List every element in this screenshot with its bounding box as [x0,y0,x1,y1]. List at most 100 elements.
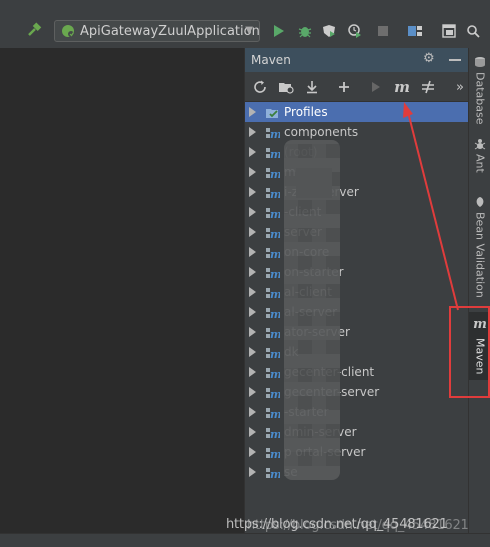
run-icon[interactable] [270,22,288,40]
expand-arrow-icon[interactable] [249,247,256,257]
maven-module-icon: m [265,325,282,341]
maven-module-icon: m [265,365,282,381]
svg-text:m: m [270,448,280,460]
tree-row-module[interactable]: mserver [245,222,469,242]
expand-arrow-icon[interactable] [249,167,256,177]
maven-module-icon: m [265,185,282,201]
tree-row-module[interactable]: mator-server [245,322,469,342]
tab-ant-label: Ant [473,154,487,173]
build-hammer-icon[interactable] [26,22,42,42]
run-goal-icon[interactable] [367,78,385,96]
profile-clock-icon[interactable] [346,22,364,40]
svg-text:m: m [270,408,280,420]
expand-arrow-icon[interactable] [249,107,256,117]
expand-arrow-icon[interactable] [249,227,256,237]
maven-module-icon: m [265,125,282,141]
search-everywhere-icon[interactable] [464,22,482,40]
maven-module-icon: m [265,345,282,361]
run-configuration-label: ApiGatewayZuulApplication [80,23,260,39]
download-sources-icon[interactable] [303,78,321,96]
stop-icon[interactable] [374,22,392,40]
gear-icon[interactable]: ⚙ [423,51,435,66]
maven-module-icon: m [265,205,282,221]
tree-row-module[interactable]: mal-server [245,302,469,322]
more-actions-chevron-icon[interactable]: » [451,78,469,96]
layout-window-icon[interactable] [440,22,458,40]
expand-arrow-icon[interactable] [249,407,256,417]
minimize-icon[interactable] [449,59,461,61]
svg-text:m: m [270,268,280,280]
maven-tool-window: Maven ⚙ m » Profilesmcomponentsm(root)mm… [244,48,469,547]
expand-arrow-icon[interactable] [249,387,256,397]
database-icon [475,57,485,67]
expand-arrow-icon[interactable] [249,367,256,377]
tree-row-module[interactable]: m-starter [245,402,469,422]
tab-database[interactable]: Database [469,56,490,125]
maven-panel-title: Maven [251,53,291,67]
toggle-offline-icon[interactable] [419,78,437,96]
tree-row-module[interactable]: mi-zuul-server [245,182,469,202]
watermark: https://blog.csdn.net/qq_45481621 [226,517,448,532]
expand-arrow-icon[interactable] [249,187,256,197]
ant-icon [474,139,486,150]
svg-text:m: m [270,168,280,180]
tree-row-module[interactable]: mse [245,462,469,482]
expand-arrow-icon[interactable] [249,427,256,437]
tree-row-module[interactable]: mdmin-server [245,422,469,442]
tree-row-module[interactable]: m-client [245,202,469,222]
maven-toolbar: m » [245,72,469,102]
svg-text:m: m [270,428,280,440]
svg-text:m: m [270,188,280,200]
svg-text:m: m [270,208,280,220]
maven-module-icon: m [265,425,282,441]
expand-arrow-icon[interactable] [249,127,256,137]
maven-panel-header: Maven ⚙ [245,48,469,72]
tab-database-label: Database [473,72,487,125]
tree-row-module[interactable]: mgecenter-client [245,362,469,382]
expand-arrow-icon[interactable] [249,307,256,317]
expand-arrow-icon[interactable] [249,207,256,217]
expand-arrow-icon[interactable] [249,447,256,457]
editor-area[interactable] [0,48,244,547]
tree-row-module[interactable]: m(root) [245,142,469,162]
tree-row-label: Profiles [284,105,328,119]
svg-text:m: m [270,288,280,300]
svg-text:m: m [270,328,280,340]
expand-arrow-icon[interactable] [249,347,256,357]
run-configuration-select[interactable]: ApiGatewayZuulApplication ▼ [54,20,260,42]
execute-maven-goal-icon[interactable]: m [393,78,411,96]
tree-row-module[interactable]: mp ortal-server [245,442,469,462]
svg-text:m: m [270,148,280,160]
tab-bean-validation[interactable]: Bean Validation [469,196,490,298]
status-bar [0,533,490,547]
expand-arrow-icon[interactable] [249,147,256,157]
svg-text:m: m [270,388,280,400]
tree-row-module[interactable]: mgecenter-server [245,382,469,402]
expand-arrow-icon[interactable] [249,267,256,277]
add-project-icon[interactable] [335,78,353,96]
tree-row-module[interactable]: mm [245,162,469,182]
tree-row-module[interactable]: mal-client [245,282,469,302]
expand-arrow-icon[interactable] [249,287,256,297]
tree-row-profiles[interactable]: Profiles [245,102,469,122]
maven-module-icon: m [265,265,282,281]
tab-ant[interactable]: Ant [469,138,490,173]
coverage-shield-icon[interactable] [320,22,338,40]
spring-boot-icon [61,24,75,38]
debug-bug-icon[interactable] [296,22,314,40]
tree-row-module[interactable]: mon-starter [245,262,469,282]
expand-arrow-icon[interactable] [249,327,256,337]
generate-sources-folder-icon[interactable] [277,78,295,96]
expand-arrow-icon[interactable] [249,467,256,477]
tab-bean-validation-label: Bean Validation [473,212,487,298]
tree-row-module[interactable]: mdk [245,342,469,362]
maven-module-icon: m [265,245,282,261]
reload-icon[interactable] [251,78,269,96]
annotation-highlight-box [449,306,490,398]
maven-projects-tree: Profilesmcomponentsm(root)mmmi-zuul-serv… [245,102,469,482]
tree-row-module[interactable]: mon-core [245,242,469,262]
project-structure-icon[interactable] [406,22,424,40]
maven-module-icon: m [265,405,282,421]
tree-row-module[interactable]: m components [245,122,469,142]
right-tool-window-stripe: Database Ant Bean Validation m Maven [468,48,490,547]
